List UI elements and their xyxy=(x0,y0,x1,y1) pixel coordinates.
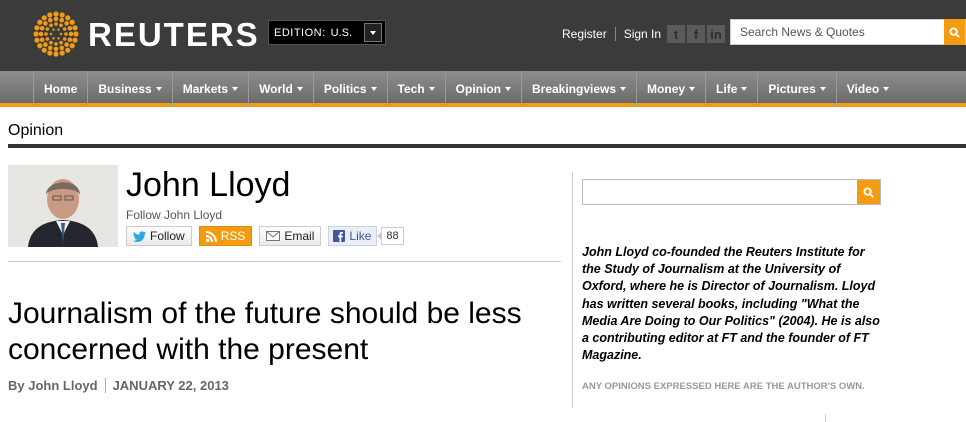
chevron-down-icon xyxy=(296,86,303,91)
chevron-down-icon xyxy=(504,86,511,91)
author-search xyxy=(582,179,881,205)
nav-item-politics[interactable]: Politics xyxy=(312,71,387,106)
reuters-dots-icon xyxy=(33,11,79,57)
publish-date: JANUARY 22, 2013 xyxy=(112,378,229,393)
rss-icon xyxy=(205,230,217,242)
nav-item-label: Money xyxy=(647,81,686,96)
nav-item-life[interactable]: Life xyxy=(705,71,757,106)
rss-label: RSS xyxy=(220,229,246,243)
chevron-down-icon xyxy=(155,86,162,91)
chevron-down-icon xyxy=(620,86,627,91)
chevron-down-icon[interactable] xyxy=(364,23,383,42)
search-icon xyxy=(863,186,874,198)
follow-label: Follow xyxy=(150,229,185,243)
facebook-icon xyxy=(333,230,346,242)
nav-item-tech[interactable]: Tech xyxy=(386,71,445,106)
author-name[interactable]: John Lloyd xyxy=(126,168,290,202)
chevron-down-icon xyxy=(819,86,826,91)
top-header: REUTERS EDITION: U.S. Register Sign In t… xyxy=(0,0,966,71)
section-title[interactable]: Opinion xyxy=(8,122,63,140)
logo-text: REUTERS xyxy=(88,15,260,53)
divider xyxy=(614,27,616,41)
byline: By John Lloyd JANUARY 22, 2013 xyxy=(8,378,229,393)
linkedin-icon[interactable]: in xyxy=(707,25,726,43)
nav-item-video[interactable]: Video xyxy=(835,71,899,106)
social-links: t f in xyxy=(667,25,727,43)
register-link[interactable]: Register xyxy=(562,27,607,41)
chevron-down-icon xyxy=(741,86,748,91)
nav-item-label: Tech xyxy=(397,81,425,96)
edition-value: U.S. xyxy=(330,26,353,39)
email-button[interactable]: Email xyxy=(259,226,322,246)
nav-item-label: Home xyxy=(44,81,78,96)
author-search-input[interactable] xyxy=(583,180,853,204)
chevron-down-icon xyxy=(232,86,239,91)
section-divider xyxy=(8,144,966,148)
byline-author[interactable]: By John Lloyd xyxy=(8,378,98,393)
nav-item-label: World xyxy=(259,81,293,96)
opinion-disclaimer: Any opinions expressed here are the auth… xyxy=(582,381,865,392)
chevron-down-icon xyxy=(689,86,696,91)
envelope-icon xyxy=(266,231,281,241)
nav-item-pictures[interactable]: Pictures xyxy=(757,71,835,106)
twitter-icon[interactable]: t xyxy=(667,25,686,43)
search-button[interactable] xyxy=(944,19,965,45)
nav-item-breakingviews[interactable]: Breakingviews xyxy=(520,71,636,106)
nav-item-label: Opinion xyxy=(455,81,501,96)
like-count: 88 xyxy=(377,227,404,245)
nav-item-label: Breakingviews xyxy=(531,81,617,96)
follow-buttons: Follow RSS Email Like 88 xyxy=(126,226,404,246)
follow-author-text: Follow John Lloyd xyxy=(126,208,223,222)
like-label: Like xyxy=(349,229,372,243)
search-icon xyxy=(949,26,960,38)
nav-item-business[interactable]: Business xyxy=(87,71,171,106)
author-search-button[interactable] xyxy=(857,180,880,204)
reuters-logo[interactable]: REUTERS xyxy=(32,10,260,58)
nav-item-label: Business xyxy=(98,81,152,96)
author-bio: John Lloyd co-founded the Reuters Instit… xyxy=(582,245,880,363)
nav-item-markets[interactable]: Markets xyxy=(171,71,248,106)
facebook-like-button[interactable]: Like xyxy=(328,226,378,246)
twitter-bird-icon xyxy=(133,230,146,242)
nav-item-label: Markets xyxy=(182,81,229,96)
email-label: Email xyxy=(284,229,315,243)
nav-item-opinion[interactable]: Opinion xyxy=(444,71,521,106)
nav-item-label: Pictures xyxy=(768,81,816,96)
article-headline: Journalism of the future should be less … xyxy=(8,297,522,366)
author-photo xyxy=(8,165,118,247)
nav-item-money[interactable]: Money xyxy=(636,71,705,106)
edition-selector[interactable]: EDITION: U.S. xyxy=(268,20,387,45)
divider xyxy=(104,378,106,393)
edition-label: EDITION: xyxy=(274,26,326,39)
sign-in-link[interactable]: Sign In xyxy=(624,27,661,41)
divider xyxy=(825,414,826,422)
author-divider xyxy=(8,261,561,262)
nav-item-label: Video xyxy=(846,81,880,96)
search-input[interactable] xyxy=(731,20,941,44)
chevron-down-icon xyxy=(883,86,890,91)
nav-item-home[interactable]: Home xyxy=(33,71,87,106)
facebook-icon[interactable]: f xyxy=(687,25,706,43)
main-nav: Home Business Markets World Politics Tech Opin… xyxy=(0,71,966,107)
column-divider xyxy=(572,172,573,408)
header-search xyxy=(730,19,966,45)
nav-item-world[interactable]: World xyxy=(248,71,313,106)
twitter-follow-button[interactable]: Follow xyxy=(126,226,192,246)
rss-button[interactable]: RSS xyxy=(198,226,253,246)
nav-item-label: Life xyxy=(716,81,738,96)
account-links: Register Sign In t f in xyxy=(562,25,727,43)
chevron-down-icon xyxy=(428,86,435,91)
nav-item-label: Politics xyxy=(323,81,367,96)
chevron-down-icon xyxy=(370,86,377,91)
